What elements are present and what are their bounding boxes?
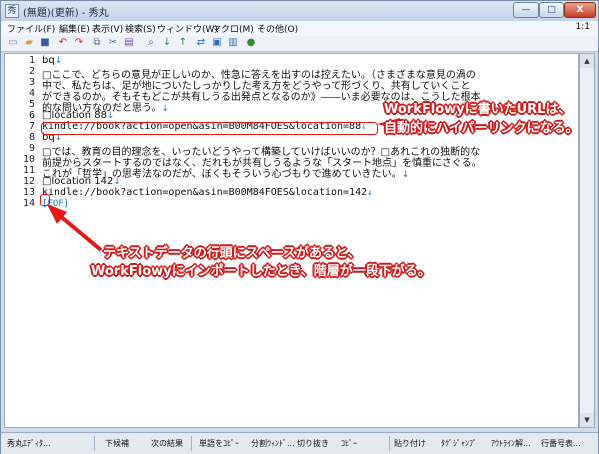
- save-icon[interactable]: ■: [39, 37, 51, 49]
- fkey-tag-jump[interactable]: ﾀｸﾞｼﾞｬﾝﾌﾟ: [441, 438, 477, 449]
- separator: [94, 436, 95, 451]
- menu-window[interactable]: ウィンドウ(W): [157, 22, 218, 35]
- app-icon[interactable]: 秀: [5, 4, 19, 18]
- copy-icon[interactable]: ⧉: [91, 37, 103, 49]
- paste-icon[interactable]: ▤: [123, 37, 135, 49]
- cursor-position: 1:1: [575, 22, 590, 32]
- fkey-hidemaru-editor[interactable]: 秀丸ｴﾃﾞｨﾀ...: [7, 438, 51, 449]
- fkey-next-result[interactable]: 次の結果: [151, 438, 183, 449]
- fkey-split-window[interactable]: 分割ｳｨﾝﾄﾞ...: [251, 438, 295, 449]
- function-key-bar: 秀丸ｴﾃﾞｨﾀ... 下候補 次の結果 単語をｺﾋﾟｰ 分割ｳｨﾝﾄﾞ... 切…: [1, 432, 598, 454]
- fkey-next-candidate[interactable]: 下候補: [105, 438, 129, 449]
- menu-file[interactable]: ファイル(F): [7, 22, 55, 35]
- minimize-button[interactable]: —: [513, 2, 539, 18]
- text-editor[interactable]: 1 2 3 4 5 6 7 8 9 10 11 12 13 14 bq↓ □ここ…: [4, 53, 579, 428]
- toolbar: ▭ ▰ ■ ↶ ↷ ⧉ ✂ ▤ ⌕ ↓ ↑ ⇄ ▣ ▥ ●: [1, 36, 598, 52]
- menu-view[interactable]: 表示(V): [92, 22, 123, 35]
- grep-icon[interactable]: ▣: [211, 37, 223, 49]
- menu-macro[interactable]: マクロ(M): [212, 22, 254, 35]
- fkey-cut[interactable]: 切り抜き: [297, 438, 329, 449]
- separator: [389, 436, 390, 451]
- space-note-line1: テキストデータの行頭にスペースがあると、: [103, 246, 361, 261]
- url-note-line2: 自動的にハイパーリンクになる。: [384, 121, 579, 136]
- fkey-copy-word[interactable]: 単語をｺﾋﾟｰ: [199, 438, 239, 449]
- menu-search[interactable]: 検索(S): [125, 22, 156, 35]
- close-button[interactable]: X: [564, 2, 596, 18]
- cut-icon[interactable]: ✂: [107, 37, 119, 49]
- scroll-up-icon[interactable]: ▲: [580, 54, 594, 68]
- menu-bar: ファイル(F) 編集(E) 表示(V) 検索(S) ウィンドウ(W) マクロ(M…: [1, 21, 598, 36]
- window-icon[interactable]: ▥: [227, 37, 239, 49]
- search-up-icon[interactable]: ↑: [177, 37, 189, 49]
- maximize-button[interactable]: □: [539, 2, 564, 18]
- fkey-line-number[interactable]: 行番号表...: [541, 438, 581, 449]
- open-file-icon[interactable]: ▰: [23, 37, 35, 49]
- replace-icon[interactable]: ⇄: [195, 37, 207, 49]
- space-note-line2: WorkFlowyにインポートしたとき、階層が一段下がる。: [91, 264, 431, 279]
- search-icon[interactable]: ⌕: [145, 37, 157, 49]
- title-bar[interactable]: 秀 (無題)(更新) - 秀丸 — □ X: [1, 1, 598, 21]
- fkey-paste[interactable]: 貼り付け: [394, 438, 426, 449]
- separator: [191, 436, 192, 451]
- scroll-down-icon[interactable]: ▼: [580, 413, 594, 427]
- fkey-outline[interactable]: ｱｳﾄﾗｲﾝ解...: [491, 438, 531, 449]
- search-down-icon[interactable]: ↓: [161, 37, 173, 49]
- redo-icon[interactable]: ↷: [73, 37, 85, 49]
- window-title: (無題)(更新) - 秀丸: [23, 8, 109, 19]
- editor-window: 秀 (無題)(更新) - 秀丸 — □ X ファイル(F) 編集(E) 表示(V…: [0, 0, 599, 454]
- fkey-copy[interactable]: ｺﾋﾟｰ: [341, 438, 357, 449]
- new-file-icon[interactable]: ▭: [7, 37, 19, 49]
- menu-other[interactable]: その他(O): [257, 22, 298, 35]
- help-icon[interactable]: ●: [245, 37, 257, 49]
- undo-icon[interactable]: ↶: [57, 37, 69, 49]
- menu-edit[interactable]: 編集(E): [59, 22, 90, 35]
- url-note-line1: WorkFlowyに書いたURLは、: [384, 102, 572, 117]
- vertical-scrollbar[interactable]: ▲ ▼: [579, 53, 595, 428]
